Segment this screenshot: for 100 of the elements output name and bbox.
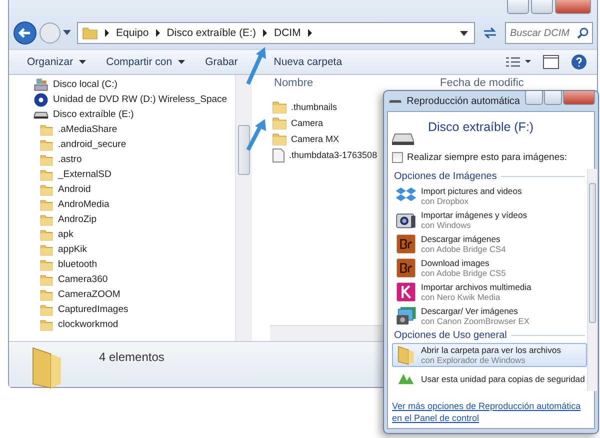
file-item[interactable]: Camera xyxy=(270,115,324,131)
tree-item[interactable]: Disco local (C:) xyxy=(33,77,235,92)
scrollbar[interactable] xyxy=(586,169,597,391)
file-item[interactable]: .thumbdata3-1763508 xyxy=(270,147,378,163)
br-icon xyxy=(396,258,416,278)
minimize-button[interactable] xyxy=(525,91,543,105)
close-button[interactable] xyxy=(563,91,595,105)
toolbar-button[interactable]: Compartir con xyxy=(98,53,194,71)
folder-icon xyxy=(272,100,287,114)
tree-item[interactable]: .aMediaShare xyxy=(33,122,235,137)
disc-icon xyxy=(34,92,48,107)
maximize-button[interactable] xyxy=(531,0,553,14)
file-item[interactable]: .thumbnails xyxy=(270,99,338,115)
window-title: Reproducción automática xyxy=(406,96,520,106)
camera-icon xyxy=(396,210,416,230)
autoplay-option[interactable]: Abrir la carpeta para ver los archivos con Explorador de Windows xyxy=(392,343,587,367)
caret-icon xyxy=(178,60,186,64)
pointer-arrow xyxy=(246,118,268,152)
breadcrumb-item[interactable]: DCIM xyxy=(274,27,301,39)
tree-item[interactable]: clockworkmod xyxy=(33,317,235,332)
folder-icon xyxy=(40,228,54,241)
tree-item[interactable]: Android xyxy=(33,182,235,197)
autoplay-option[interactable]: Import pictures and videos con Dropbox xyxy=(392,184,587,208)
checkbox-label: Realizar siempre esto para imágenes: xyxy=(407,152,567,163)
view-options-icon[interactable] xyxy=(505,56,531,68)
k-icon xyxy=(396,282,416,302)
address-bar[interactable]: Equipo Disco extraíble (E:) DCIM xyxy=(77,22,475,44)
file-icon xyxy=(272,148,285,162)
tree-item[interactable]: AndroMedia xyxy=(33,197,235,212)
folder-icon xyxy=(272,116,287,130)
column-header[interactable]: Nombre xyxy=(270,77,380,89)
device-name: Disco extraíble (F:) xyxy=(428,119,534,134)
chevron-icon xyxy=(104,29,110,37)
folder-icon xyxy=(272,132,287,146)
pointer-arrow xyxy=(246,46,268,86)
folder-icon xyxy=(40,183,54,196)
tree-item[interactable]: .android_secure xyxy=(33,137,235,152)
folder-icon xyxy=(40,273,54,286)
br-icon xyxy=(396,234,416,254)
maximize-button[interactable] xyxy=(544,91,562,105)
toolbar-button[interactable]: Organizar xyxy=(19,53,94,71)
search-field[interactable]: Buscar DCIM xyxy=(505,22,593,44)
caret-icon[interactable] xyxy=(63,30,71,36)
autoplay-option[interactable]: Importar archivos multimedia con Nero Kwik Media xyxy=(392,280,587,304)
tree-item[interactable]: apk xyxy=(33,227,235,242)
close-button[interactable] xyxy=(555,0,591,14)
status-text: 4 elementos xyxy=(99,350,164,364)
autoplay-option[interactable]: Usar esta unidad para copias de seguridad xyxy=(392,367,587,391)
drive-icon xyxy=(34,78,48,92)
column-header[interactable]: Fecha de modific xyxy=(380,77,524,89)
preview-pane-icon[interactable] xyxy=(543,55,559,69)
tree-item[interactable]: CameraZOOM xyxy=(33,287,235,302)
folder-icon xyxy=(40,153,54,166)
checkbox[interactable] xyxy=(392,152,403,163)
folder-icon xyxy=(40,303,54,316)
photos-camera-icon xyxy=(396,306,416,326)
autoplay-option[interactable]: Importar imágenes y vídeos con Windows xyxy=(392,208,587,232)
tree-item[interactable]: bluetooth xyxy=(33,257,235,272)
search-icon xyxy=(577,27,589,39)
tree-item[interactable]: .astro xyxy=(33,152,235,167)
toolbar-button[interactable]: Grabar xyxy=(197,53,246,71)
tree-item[interactable]: appKik xyxy=(33,242,235,257)
chevron-icon xyxy=(306,29,313,37)
folder-icon xyxy=(40,123,54,136)
minimize-button[interactable] xyxy=(507,0,529,14)
folder-icon xyxy=(40,168,54,181)
folder-icon xyxy=(40,198,54,211)
caret-icon[interactable] xyxy=(460,30,468,36)
caret-icon xyxy=(79,60,86,64)
tree-item[interactable]: _ExternalSD xyxy=(33,167,235,182)
toolbar-button[interactable]: Nueva carpeta xyxy=(266,53,350,71)
chevron-icon xyxy=(262,29,268,37)
back-button[interactable] xyxy=(13,21,37,45)
folder-icon xyxy=(40,243,54,256)
tree-item[interactable]: CapturedImages xyxy=(33,302,235,317)
autoplay-option[interactable]: Descargar imágenes con Adobe Bridge CS4 xyxy=(392,232,587,256)
file-item[interactable]: Camera MX xyxy=(270,131,340,147)
folder-icon xyxy=(396,344,416,366)
breadcrumb-item[interactable]: Disco extraíble (E:) xyxy=(166,27,256,39)
backup-icon xyxy=(396,373,416,385)
autoplay-option[interactable]: Descargar/ Ver imágenes con Canon ZoomBrowser EX xyxy=(392,304,587,328)
autoplay-option[interactable]: Download images con Adobe Bridge CS5 xyxy=(392,256,587,280)
drive-icon xyxy=(392,132,414,146)
tree-item[interactable]: Disco extraíble (E:) xyxy=(33,107,235,122)
control-panel-link[interactable]: Ver más opciones de Reproducción automática en el Panel de control xyxy=(392,400,592,424)
section-heading: Opciones de Uso general xyxy=(394,330,507,341)
tree-item[interactable]: Camera360 xyxy=(33,272,235,287)
drive-icon xyxy=(389,97,402,105)
folder-icon xyxy=(40,258,54,271)
folder-icon xyxy=(40,318,54,331)
folder-icon xyxy=(40,288,54,301)
scrollbar[interactable] xyxy=(235,75,252,341)
tree-item[interactable]: Unidad de DVD RW (D:) Wireless_Space xyxy=(33,92,235,107)
help-icon[interactable] xyxy=(571,54,587,70)
tree-item[interactable]: AndroZip xyxy=(33,212,235,227)
drive-icon xyxy=(34,110,48,119)
breadcrumb-item[interactable]: Equipo xyxy=(116,27,149,39)
chevron-icon xyxy=(154,29,161,37)
folder-icon xyxy=(40,213,54,226)
folder-icon xyxy=(40,138,54,151)
